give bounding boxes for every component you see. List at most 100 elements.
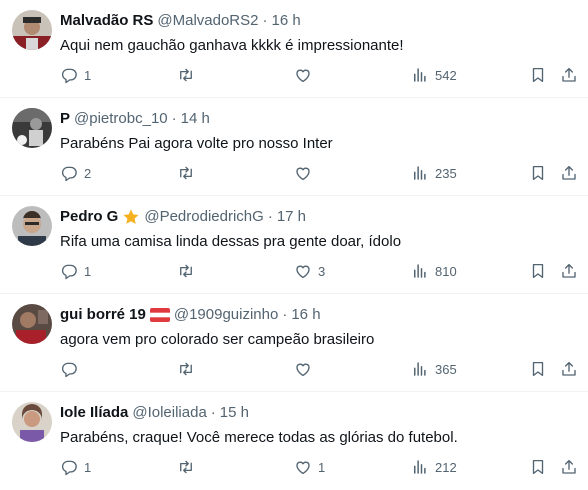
like-button[interactable] <box>294 358 318 380</box>
bookmark-icon <box>532 361 544 377</box>
retweet-icon <box>180 264 192 278</box>
reply-icon <box>61 68 77 84</box>
tweet-header: Malvadão RS @MalvadoRS2 · 16 h <box>60 12 301 30</box>
reply-button[interactable]: 1 <box>60 64 91 86</box>
display-name[interactable]: Malvadão RS <box>60 12 153 30</box>
display-name[interactable]: Pedro G <box>60 208 118 226</box>
reply-count: 1 <box>84 263 92 279</box>
retweet-button[interactable] <box>177 260 201 282</box>
tweet-header: Iole Ilíada @Ioleiliada · 15 h <box>60 404 249 422</box>
reply-icon <box>61 362 77 378</box>
retweet-button[interactable] <box>177 456 201 478</box>
austria-flag-icon <box>149 308 170 322</box>
timestamp[interactable]: 17 h <box>277 208 306 226</box>
share-button[interactable] <box>560 162 578 184</box>
tweet-text: agora vem pro colorado ser campeão brasi… <box>60 331 375 348</box>
retweet-button[interactable] <box>177 162 201 184</box>
user-handle[interactable]: @1909guizinho <box>174 306 278 324</box>
share-icon <box>562 361 576 376</box>
view-count: 212 <box>435 459 457 475</box>
bookmark-button[interactable] <box>529 260 547 282</box>
like-count: 3 <box>318 263 326 279</box>
views-icon <box>414 166 426 180</box>
tweet-header: gui borré 19 @1909guizinho · 16 h <box>60 306 321 324</box>
views-button[interactable]: 365 <box>411 358 457 380</box>
action-bar: 1 3 810 <box>60 260 588 282</box>
avatar[interactable] <box>12 10 52 50</box>
user-handle[interactable]: @PedrodiedrichG <box>144 208 263 226</box>
like-button[interactable]: 3 <box>294 260 325 282</box>
reply-icon <box>61 264 77 280</box>
reply-button[interactable] <box>60 358 84 380</box>
star-icon <box>122 208 140 226</box>
reply-icon <box>61 166 77 182</box>
bookmark-icon <box>532 67 544 83</box>
tweet-header: P @pietrobc_10 · 14 h <box>60 110 210 128</box>
display-name[interactable]: P <box>60 110 70 128</box>
display-name[interactable]: Iole Ilíada <box>60 404 128 422</box>
retweet-icon <box>180 362 192 376</box>
view-count: 810 <box>435 263 457 279</box>
retweet-button[interactable] <box>177 64 201 86</box>
separator: · <box>267 208 273 225</box>
bookmark-icon <box>532 165 544 181</box>
views-icon <box>414 460 426 474</box>
share-button[interactable] <box>560 456 578 478</box>
views-button[interactable]: 212 <box>411 456 457 478</box>
avatar[interactable] <box>12 108 52 148</box>
tweet[interactable]: Iole Ilíada @Ioleiliada · 15 h Parabéns,… <box>0 392 588 490</box>
reply-button[interactable]: 2 <box>60 162 91 184</box>
bookmark-button[interactable] <box>529 64 547 86</box>
avatar[interactable] <box>12 304 52 344</box>
retweet-button[interactable] <box>177 358 201 380</box>
reply-button[interactable]: 1 <box>60 260 91 282</box>
user-handle[interactable]: @Ioleiliada <box>132 404 206 422</box>
action-bar: 365 <box>60 358 588 380</box>
views-icon <box>414 68 426 82</box>
reply-count: 2 <box>84 165 92 181</box>
timestamp[interactable]: 15 h <box>220 404 249 422</box>
user-handle[interactable]: @MalvadoRS2 <box>157 12 258 30</box>
views-icon <box>414 362 426 376</box>
bookmark-button[interactable] <box>529 162 547 184</box>
bookmark-button[interactable] <box>529 358 547 380</box>
share-button[interactable] <box>560 358 578 380</box>
tweet[interactable]: P @pietrobc_10 · 14 h Parabéns Pai agora… <box>0 98 588 196</box>
reply-feed: Malvadão RS @MalvadoRS2 · 16 h Aqui nem … <box>0 0 588 490</box>
views-button[interactable]: 235 <box>411 162 457 184</box>
like-button[interactable]: 1 <box>294 456 325 478</box>
display-name[interactable]: gui borré 19 <box>60 306 146 324</box>
timestamp[interactable]: 16 h <box>291 306 320 324</box>
avatar[interactable] <box>12 402 52 442</box>
heart-icon <box>296 363 310 377</box>
views-button[interactable]: 810 <box>411 260 457 282</box>
views-icon <box>414 264 426 278</box>
heart-icon <box>296 167 310 181</box>
view-count: 365 <box>435 361 457 377</box>
like-button[interactable] <box>294 64 318 86</box>
share-icon <box>562 263 576 278</box>
share-icon <box>562 459 576 474</box>
tweet[interactable]: Pedro G @PedrodiedrichG · 17 h Rifa uma … <box>0 196 588 294</box>
heart-icon <box>296 461 310 475</box>
reply-button[interactable]: 1 <box>60 456 91 478</box>
like-count: 1 <box>318 459 326 475</box>
timestamp[interactable]: 14 h <box>181 110 210 128</box>
tweet-text: Rifa uma camisa linda dessas pra gente d… <box>60 233 402 250</box>
user-handle[interactable]: @pietrobc_10 <box>74 110 168 128</box>
retweet-icon <box>180 166 192 180</box>
bookmark-button[interactable] <box>529 456 547 478</box>
share-icon <box>562 165 576 180</box>
timestamp[interactable]: 16 h <box>271 12 300 30</box>
share-button[interactable] <box>560 260 578 282</box>
separator: · <box>282 306 288 323</box>
avatar[interactable] <box>12 206 52 246</box>
like-button[interactable] <box>294 162 318 184</box>
tweet[interactable]: gui borré 19 @1909guizinho · 16 h agora … <box>0 294 588 392</box>
reply-count: 1 <box>84 67 92 83</box>
bookmark-icon <box>532 459 544 475</box>
tweet[interactable]: Malvadão RS @MalvadoRS2 · 16 h Aqui nem … <box>0 0 588 98</box>
share-button[interactable] <box>560 64 578 86</box>
views-button[interactable]: 542 <box>411 64 457 86</box>
separator: · <box>171 110 177 127</box>
